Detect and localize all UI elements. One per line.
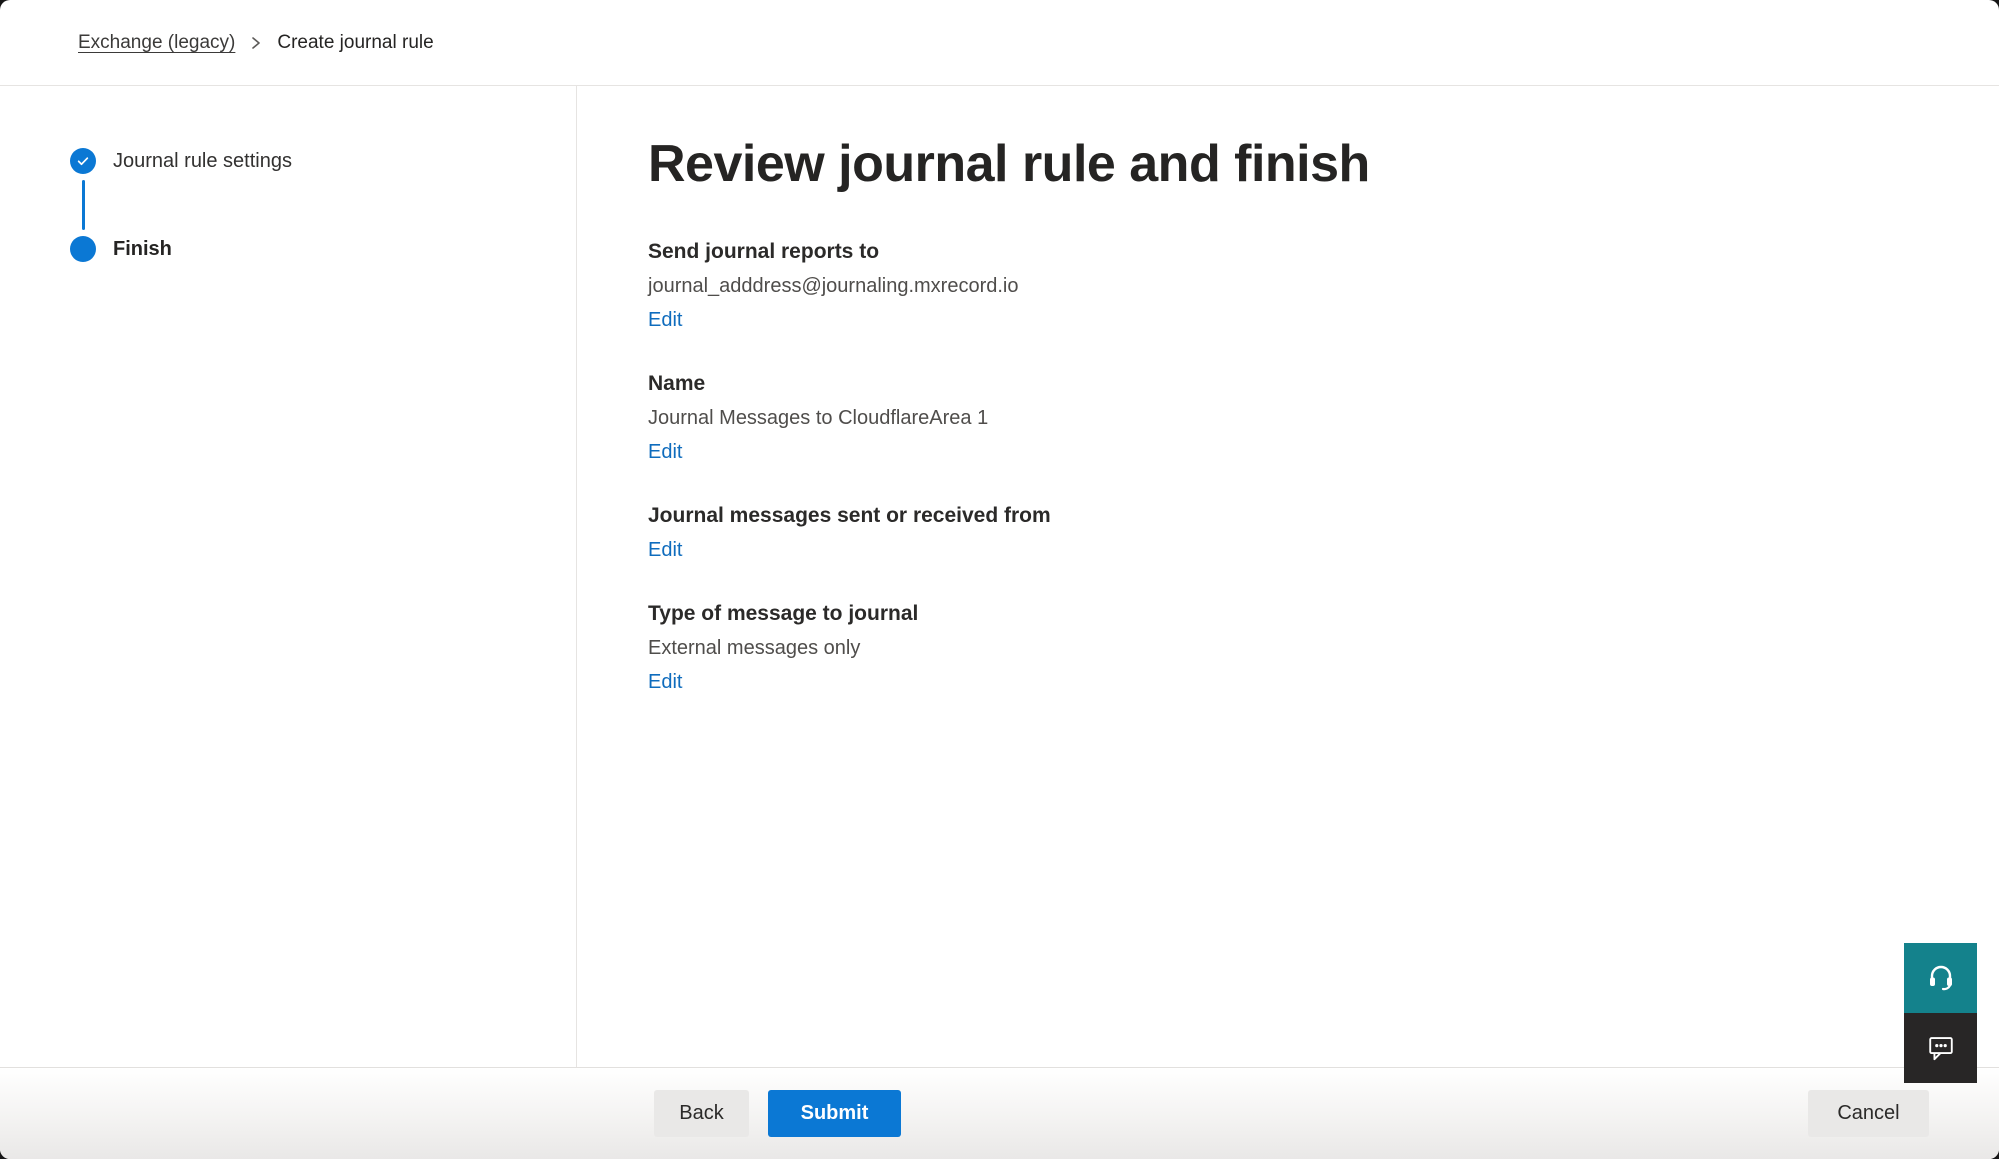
step-completed-check-icon	[70, 148, 96, 174]
wizard-step-journal-rule-settings[interactable]: Journal rule settings	[70, 148, 576, 174]
wizard-step-finish: Finish	[70, 236, 576, 262]
floating-button-stack	[1904, 943, 1977, 1083]
wizard-step-label: Journal rule settings	[113, 150, 292, 173]
exchange-admin-window: Exchange (legacy) Create journal rule Jo…	[0, 0, 1999, 1159]
chat-bubble-icon	[1926, 1032, 1956, 1065]
edit-link[interactable]: Edit	[648, 533, 682, 567]
section-label: Type of message to journal	[648, 597, 1959, 631]
edit-link[interactable]: Edit	[648, 665, 682, 699]
chevron-right-icon	[249, 35, 263, 51]
review-section: Send journal reports to journal_adddress…	[648, 235, 1959, 337]
page-title: Review journal rule and finish	[648, 135, 1959, 195]
submit-button[interactable]: Submit	[768, 1090, 901, 1137]
review-sections: Send journal reports to journal_adddress…	[648, 235, 1959, 699]
review-section: Type of message to journal External mess…	[648, 597, 1959, 699]
breadcrumb: Exchange (legacy) Create journal rule	[0, 0, 1999, 86]
feedback-button[interactable]	[1904, 1013, 1977, 1083]
section-label: Send journal reports to	[648, 235, 1959, 269]
wizard-steps-panel: Journal rule settings Finish	[0, 86, 577, 1067]
section-value: journal_adddress@journaling.mxrecord.io	[648, 269, 1959, 303]
review-pane: Review journal rule and finish Send jour…	[577, 86, 1999, 1067]
step-connector-line	[82, 180, 85, 230]
section-value: External messages only	[648, 631, 1959, 665]
review-section: Journal messages sent or received from E…	[648, 499, 1959, 567]
review-section: Name Journal Messages to CloudflareArea …	[648, 367, 1959, 469]
edit-link[interactable]: Edit	[648, 303, 682, 337]
back-button[interactable]: Back	[654, 1090, 749, 1137]
breadcrumb-link-exchange-legacy[interactable]: Exchange (legacy)	[78, 32, 235, 54]
edit-link[interactable]: Edit	[648, 435, 682, 469]
content-row: Journal rule settings Finish Review jour…	[0, 86, 1999, 1067]
section-value: Journal Messages to CloudflareArea 1	[648, 401, 1959, 435]
headset-icon	[1925, 961, 1957, 996]
cancel-button[interactable]: Cancel	[1808, 1090, 1929, 1137]
section-label: Journal messages sent or received from	[648, 499, 1959, 533]
help-button[interactable]	[1904, 943, 1977, 1013]
section-label: Name	[648, 367, 1959, 401]
breadcrumb-current-page: Create journal rule	[277, 32, 433, 54]
wizard-step-label: Finish	[113, 238, 172, 261]
step-current-dot-icon	[70, 236, 96, 262]
footer-action-bar: Back Submit Cancel	[0, 1067, 1999, 1159]
